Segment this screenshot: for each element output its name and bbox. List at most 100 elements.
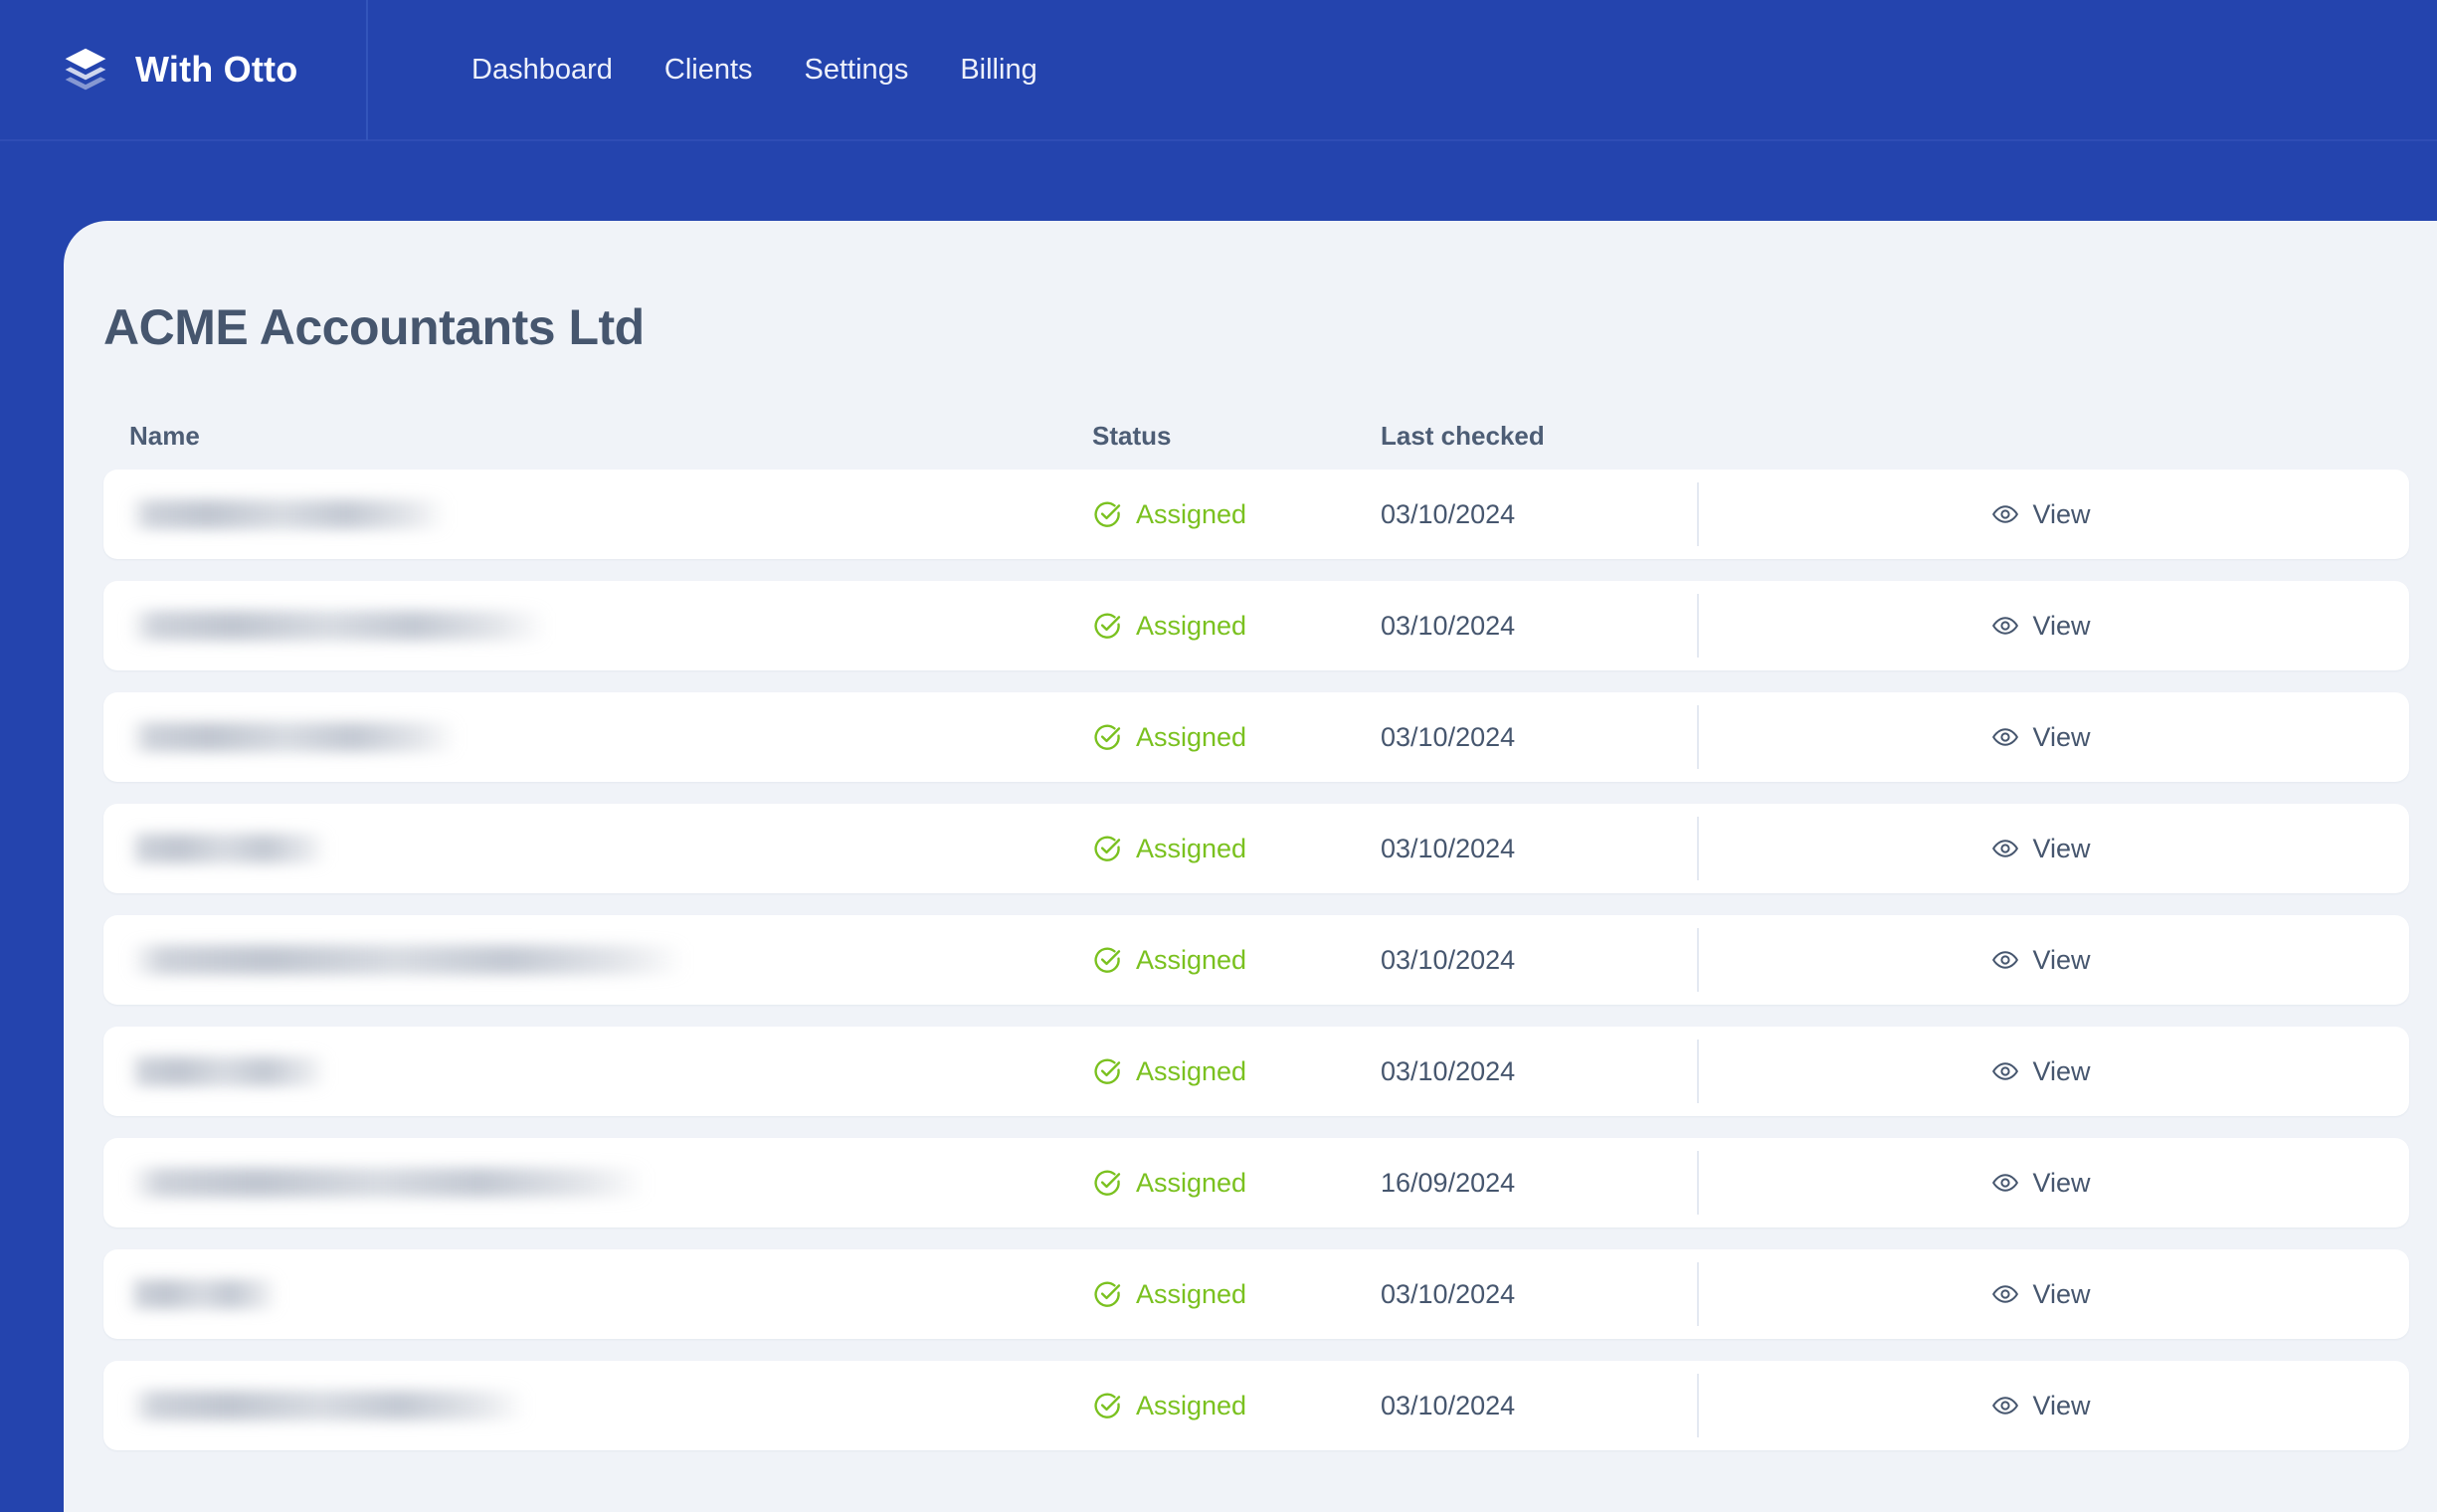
- view-button[interactable]: View: [1977, 605, 2104, 648]
- view-button-label: View: [2032, 1167, 2091, 1198]
- check-circle-icon: [1094, 501, 1121, 527]
- check-circle-icon: [1094, 1281, 1121, 1307]
- cell-last-checked: 03/10/2024: [1381, 610, 1516, 641]
- table-row[interactable]: Assigned 03/10/2024 View: [103, 581, 2409, 670]
- view-button-label: View: [2032, 833, 2091, 863]
- table-row[interactable]: Assigned 03/10/2024 View: [103, 1027, 2409, 1116]
- cell-client-name: [129, 804, 1092, 893]
- check-circle-icon: [1094, 947, 1121, 973]
- cell-client-name: [129, 1249, 1092, 1339]
- table-row[interactable]: Assigned 03/10/2024 View: [103, 1249, 2409, 1339]
- view-button-label: View: [2032, 721, 2091, 752]
- eye-icon: [1992, 1397, 2019, 1415]
- view-button-label: View: [2032, 610, 2091, 641]
- cell-status: Assigned: [1092, 1168, 1381, 1199]
- cell-action: View: [1697, 1151, 2383, 1215]
- table-row[interactable]: Assigned 03/10/2024 View: [103, 1361, 2409, 1450]
- redacted-client-name: [129, 945, 686, 975]
- cell-action: View: [1697, 1374, 2383, 1437]
- cell-action: View: [1697, 594, 2383, 658]
- nav-item-dashboard[interactable]: Dashboard: [446, 44, 639, 96]
- redacted-client-name: [129, 611, 547, 641]
- cell-last-checked: 03/10/2024: [1381, 833, 1516, 863]
- cell-client-name: [129, 692, 1092, 782]
- view-button[interactable]: View: [1977, 1273, 2104, 1316]
- check-circle-icon: [1094, 613, 1121, 639]
- cell-action: View: [1697, 817, 2383, 880]
- table-row[interactable]: Assigned 03/10/2024 View: [103, 804, 2409, 893]
- check-circle-icon: [1094, 1170, 1121, 1196]
- status-label: Assigned: [1136, 1278, 1247, 1309]
- cell-status: Assigned: [1092, 499, 1381, 530]
- check-circle-icon: [1094, 836, 1121, 861]
- status-label: Assigned: [1136, 721, 1247, 752]
- cell-client-name: [129, 915, 1092, 1005]
- view-button[interactable]: View: [1977, 716, 2104, 759]
- cell-last-checked: 03/10/2024: [1381, 944, 1516, 975]
- redacted-client-name: [129, 1056, 328, 1086]
- view-button-label: View: [2032, 1055, 2091, 1086]
- redacted-client-name: [129, 1279, 279, 1309]
- cell-status: Assigned: [1092, 834, 1381, 864]
- content-panel: ACME Accountants Ltd Name Status Last ch…: [64, 221, 2437, 1512]
- brand-name: With Otto: [135, 49, 298, 90]
- table-row[interactable]: Assigned 16/09/2024 View: [103, 1138, 2409, 1228]
- cell-action: View: [1697, 482, 2383, 546]
- table-row[interactable]: Assigned 03/10/2024 View: [103, 915, 2409, 1005]
- view-button[interactable]: View: [1977, 1050, 2104, 1093]
- redacted-client-name: [129, 1168, 647, 1198]
- cell-last-checked: 03/10/2024: [1381, 1055, 1516, 1086]
- main-nav: Dashboard Clients Settings Billing: [368, 0, 1063, 140]
- nav-item-settings[interactable]: Settings: [779, 44, 935, 96]
- top-navigation-bar: With Otto Dashboard Clients Settings Bil…: [0, 0, 2437, 141]
- view-button-label: View: [2032, 1278, 2091, 1309]
- table-header-row: Name Status Last checked: [103, 412, 2409, 460]
- view-button-label: View: [2032, 944, 2091, 975]
- column-header-name: Name: [129, 420, 200, 451]
- view-button[interactable]: View: [1977, 939, 2104, 982]
- status-label: Assigned: [1136, 610, 1247, 641]
- table-row[interactable]: Assigned 03/10/2024 View: [103, 692, 2409, 782]
- cell-last-checked: 03/10/2024: [1381, 721, 1516, 752]
- brand-logo-area[interactable]: With Otto: [0, 0, 368, 140]
- eye-icon: [1992, 1062, 2019, 1080]
- cell-last-checked: 03/10/2024: [1381, 1278, 1516, 1309]
- view-button[interactable]: View: [1977, 493, 2104, 536]
- column-header-status: Status: [1092, 420, 1172, 451]
- status-label: Assigned: [1136, 1055, 1247, 1086]
- clients-table: Name Status Last checked Assigned 03/10/…: [64, 412, 2437, 1450]
- nav-item-billing[interactable]: Billing: [934, 44, 1062, 96]
- eye-icon: [1992, 1285, 2019, 1303]
- cell-client-name: [129, 1138, 1092, 1228]
- eye-icon: [1992, 951, 2019, 969]
- check-circle-icon: [1094, 1393, 1121, 1418]
- redacted-client-name: [129, 834, 328, 863]
- view-button[interactable]: View: [1977, 1385, 2104, 1427]
- cell-status: Assigned: [1092, 611, 1381, 642]
- redacted-client-name: [129, 722, 458, 752]
- page-title: ACME Accountants Ltd: [103, 299, 645, 355]
- cell-status: Assigned: [1092, 1279, 1381, 1310]
- cell-status: Assigned: [1092, 1391, 1381, 1421]
- table-row[interactable]: Assigned 03/10/2024 View: [103, 470, 2409, 559]
- cell-status: Assigned: [1092, 945, 1381, 976]
- status-label: Assigned: [1136, 498, 1247, 529]
- redacted-client-name: [129, 1391, 527, 1420]
- redacted-client-name: [129, 499, 448, 529]
- view-button[interactable]: View: [1977, 1162, 2104, 1205]
- app-root: With Otto Dashboard Clients Settings Bil…: [0, 0, 2437, 1512]
- status-label: Assigned: [1136, 833, 1247, 863]
- check-circle-icon: [1094, 724, 1121, 750]
- cell-action: View: [1697, 1262, 2383, 1326]
- eye-icon: [1992, 728, 2019, 746]
- cell-status: Assigned: [1092, 1056, 1381, 1087]
- cell-client-name: [129, 1027, 1092, 1116]
- eye-icon: [1992, 617, 2019, 635]
- eye-icon: [1992, 1174, 2019, 1192]
- view-button[interactable]: View: [1977, 828, 2104, 870]
- cell-last-checked: 03/10/2024: [1381, 498, 1516, 529]
- nav-item-clients[interactable]: Clients: [639, 44, 779, 96]
- cell-last-checked: 03/10/2024: [1381, 1390, 1516, 1420]
- cell-action: View: [1697, 705, 2383, 769]
- column-header-last-checked: Last checked: [1381, 420, 1545, 451]
